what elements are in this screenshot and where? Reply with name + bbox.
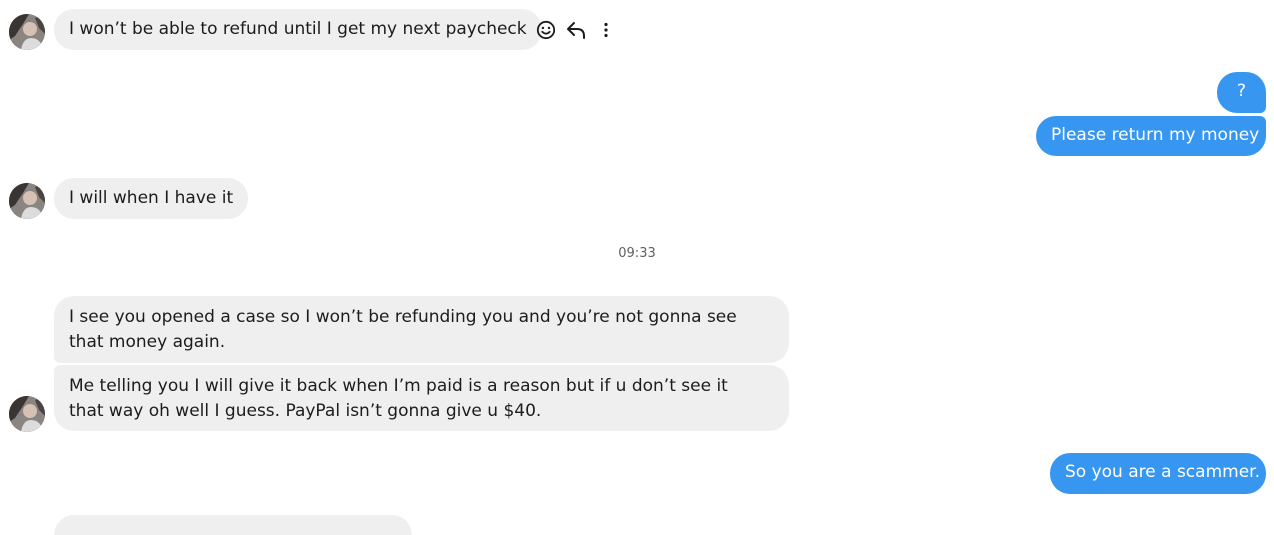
profile-photo	[9, 183, 45, 219]
avatar[interactable]	[9, 183, 45, 219]
message-text: Please return my money	[1051, 125, 1260, 145]
profile-photo	[9, 14, 45, 50]
emoji-smile-icon	[536, 20, 556, 40]
message-text: So you are a scammer.	[1065, 462, 1260, 482]
profile-photo	[9, 396, 45, 432]
message-bubble-incoming[interactable]: I won’t be able to refund until I get my…	[54, 9, 542, 50]
message-bubble-incoming[interactable]: Me telling you I will give it back when …	[54, 365, 789, 431]
timestamp-divider: 09:33	[618, 246, 656, 261]
message-bubble-outgoing[interactable]: So you are a scammer.	[1050, 453, 1266, 494]
message-text: I will when I have it	[69, 188, 234, 208]
react-button[interactable]	[534, 18, 558, 42]
message-text: ?	[1236, 81, 1247, 101]
message-bubble-outgoing[interactable]: ?	[1217, 72, 1266, 113]
reply-icon	[567, 22, 585, 39]
message-text: I won’t be able to refund until I get my…	[69, 19, 527, 39]
message-bubble-incoming[interactable]: I see you opened a case so I won’t be re…	[54, 296, 789, 363]
message-bubble-outgoing[interactable]: Please return my money	[1036, 116, 1266, 156]
more-options-button[interactable]	[594, 18, 618, 42]
message-bubble-incoming[interactable]: I will when I have it	[54, 178, 249, 219]
more-vertical-icon	[604, 22, 608, 38]
message-bubble-incoming-partial[interactable]	[54, 515, 412, 535]
avatar[interactable]	[9, 14, 45, 50]
message-text: Me telling you I will give it back when …	[69, 376, 728, 421]
reply-button[interactable]	[564, 18, 588, 42]
avatar[interactable]	[9, 396, 45, 432]
message-text: I see you opened a case so I won’t be re…	[69, 307, 737, 352]
